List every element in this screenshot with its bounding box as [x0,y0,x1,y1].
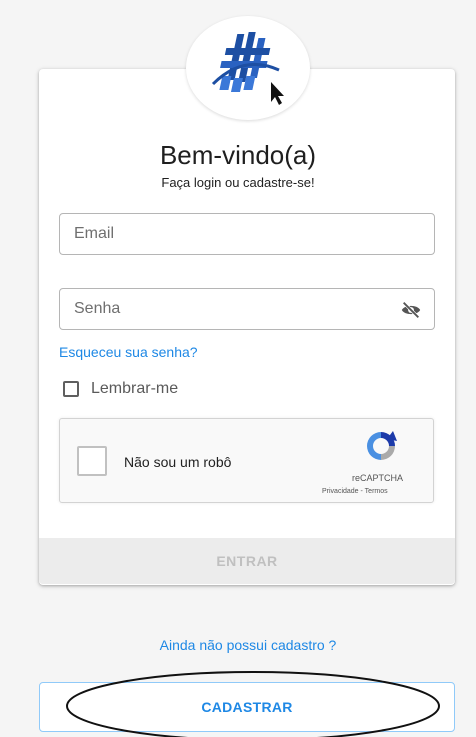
signup-button[interactable]: CADASTRAR [39,682,455,732]
app-logo [186,16,310,120]
recaptcha-widget: Não sou um robô reCAPTCHA Privacidade - … [59,418,434,503]
login-page: Bem-vindo(a) Faça login ou cadastre-se! … [0,0,476,737]
email-field[interactable] [59,213,435,255]
signup-prompt-link[interactable]: Ainda não possui cadastro ? [0,637,476,653]
logo-icon [211,32,284,105]
remember-me-label: Lembrar-me [91,380,179,397]
remember-me-checkbox[interactable] [63,381,79,397]
remember-me[interactable]: Lembrar-me [63,380,178,398]
login-button[interactable]: ENTRAR [39,538,455,584]
recaptcha-links[interactable]: Privacidade - Termos [322,488,388,495]
recaptcha-brand: reCAPTCHA [352,473,404,483]
page-subtitle: Faça login ou cadastre-se! [161,175,315,190]
recaptcha-icon [367,431,397,460]
page-title: Bem-vindo(a) [159,140,317,170]
email-input[interactable] [60,214,374,254]
eye-off-icon[interactable] [400,299,422,321]
password-field[interactable] [59,288,435,330]
recaptcha-label: Não sou um robô [124,454,232,470]
recaptcha-checkbox[interactable] [77,446,107,476]
forgot-password-link[interactable]: Esqueceu sua senha? [59,344,198,360]
password-input[interactable] [60,289,374,329]
